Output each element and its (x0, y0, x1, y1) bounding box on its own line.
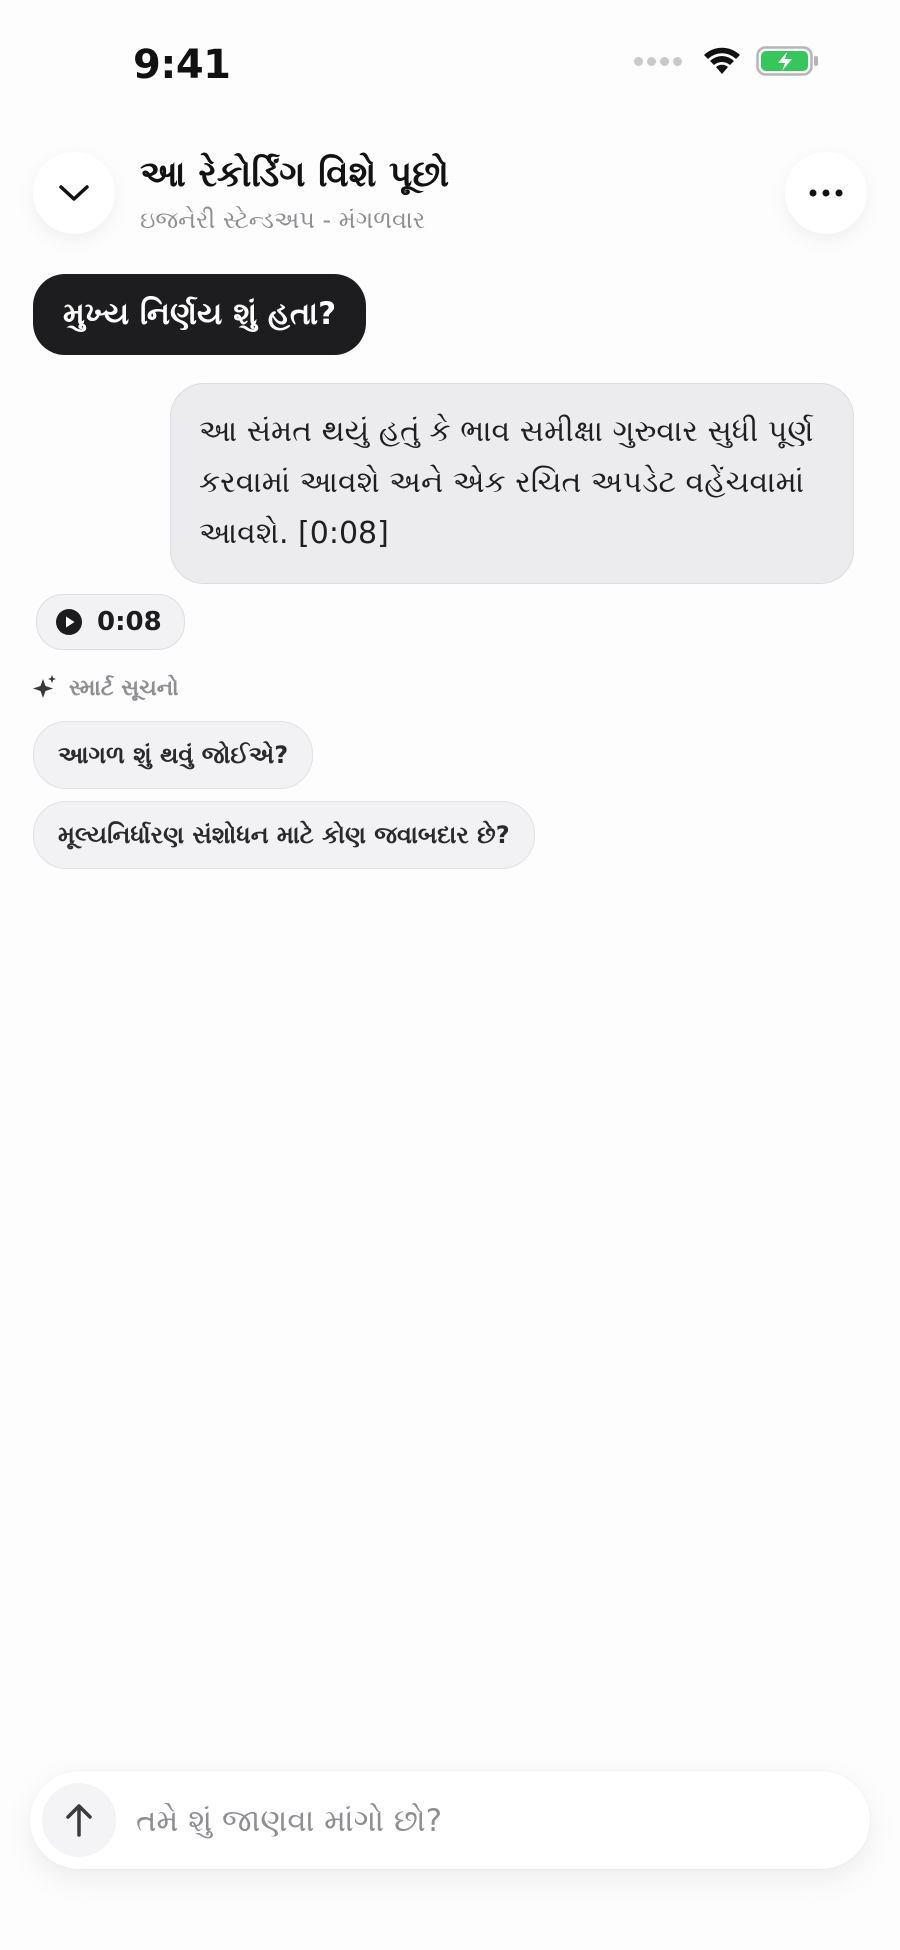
arrow-up-icon (66, 1804, 92, 1837)
chat-header: આ રેકોર્ડિંગ વિશે પૂછો ઇજનેરી સ્ટેન્ડઅપ … (0, 150, 900, 240)
suggestion-chip[interactable]: આગળ શું થવું જોઈએ? (33, 721, 314, 789)
recording-subtitle: ઇજનેરી સ્ટેન્ડઅપ - મંગળવાર (140, 206, 426, 234)
wifi-icon (704, 47, 740, 74)
sparkle-icon (33, 675, 56, 698)
status-bar: 9:41 (0, 0, 900, 130)
question-input[interactable] (134, 1791, 838, 1851)
smart-suggestions-label: સ્માર્ટ સૂચનો (33, 675, 179, 701)
battery-charging-icon (756, 46, 818, 76)
page-title: આ રેકોર્ડિંગ વિશે પૂછો (140, 154, 450, 195)
audio-timestamp-label: 0:08 (97, 607, 162, 637)
signal-icon (634, 56, 682, 66)
chevron-down-icon (59, 185, 89, 201)
status-icons (634, 46, 820, 76)
smart-suggestions-title: સ્માર્ટ સૂચનો (69, 675, 179, 701)
more-options-button[interactable] (785, 152, 867, 234)
suggestion-chip[interactable]: મૂલ્યનિર્ધારણ સંશોધન માટે કોણ જવાબદાર છે… (33, 801, 535, 869)
collapse-button[interactable] (33, 152, 115, 234)
ellipsis-icon (809, 189, 843, 197)
message-composer (30, 1771, 870, 1869)
assistant-message-bubble: આ સંમત થયું હતું કે ભાવ સમીક્ષા ગુરુવાર … (170, 383, 854, 584)
send-button[interactable] (42, 1783, 116, 1857)
user-message-bubble: મુખ્ય નિર્ણય શું હતા? (33, 274, 367, 355)
status-time: 9:41 (133, 42, 231, 88)
play-icon (56, 609, 82, 635)
audio-timestamp-chip[interactable]: 0:08 (36, 594, 185, 650)
